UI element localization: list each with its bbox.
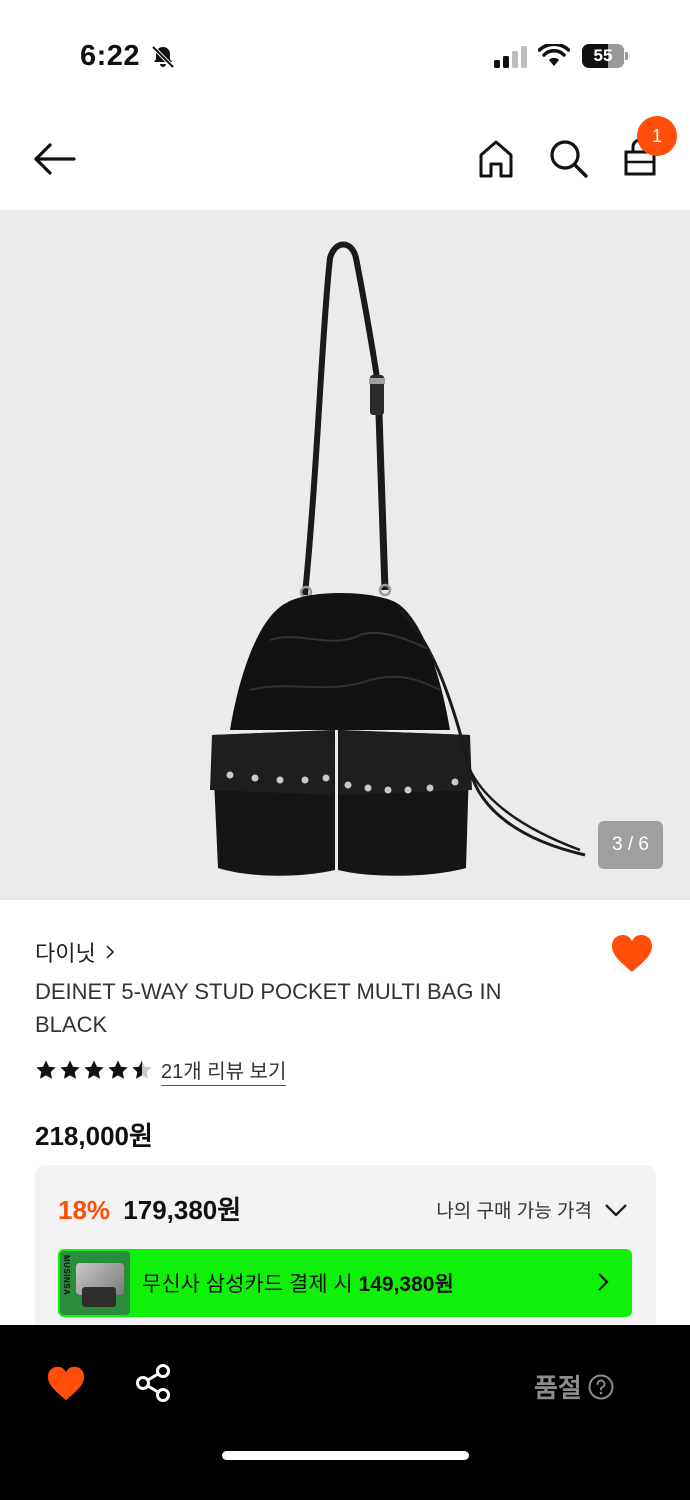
cellular-signal-icon	[494, 46, 527, 68]
cart-count-badge[interactable]: 1	[637, 116, 677, 156]
card-promo-amount: 149,380원	[358, 1273, 454, 1296]
heart-icon[interactable]	[610, 933, 654, 975]
battery-tip	[625, 52, 628, 60]
image-counter: 3 / 6	[598, 821, 663, 869]
brand-link[interactable]: 다이닛	[35, 936, 116, 968]
status-bar: 6:22 55	[0, 0, 690, 110]
brand-name: 다이닛	[35, 941, 96, 966]
home-indicator	[222, 1451, 469, 1460]
card-promo-text: 무신사 삼성카드 결제 시 149,380원	[142, 1268, 454, 1298]
search-icon[interactable]	[546, 136, 590, 180]
my-price-toggle[interactable]: 나의 구매 가능 가격	[436, 1196, 628, 1223]
star-full-icon	[108, 1060, 128, 1079]
chevron-right-icon	[598, 1273, 609, 1291]
discount-row: 18% 179,380원	[58, 1190, 241, 1227]
discount-rate: 18%	[58, 1195, 111, 1225]
battery-indicator: 55	[582, 44, 628, 68]
credit-card-image-back	[82, 1287, 116, 1307]
wifi-icon	[538, 44, 570, 66]
home-icon[interactable]	[476, 138, 516, 180]
chevron-right-icon	[106, 945, 115, 959]
top-navigation	[0, 110, 690, 210]
product-photo	[210, 241, 586, 876]
bottom-action-bar: 품절	[0, 1325, 690, 1500]
share-icon[interactable]	[134, 1363, 174, 1403]
card-promo-prefix: 무신사 삼성카드 결제 시	[142, 1273, 359, 1296]
battery-body: 55	[582, 44, 624, 68]
star-half-icon	[132, 1060, 152, 1079]
price-box: 18% 179,380원 나의 구매 가능 가격 MUSINSA 무신사 삼성카…	[35, 1165, 656, 1335]
original-price: 218,000원	[35, 1121, 153, 1151]
star-full-icon	[60, 1060, 80, 1079]
question-circle-icon[interactable]	[588, 1374, 614, 1400]
card-thumb-brand: MUSINSA	[62, 1255, 71, 1296]
discount-price: 179,380원	[123, 1195, 242, 1225]
soldout-status[interactable]: 품절	[534, 1368, 614, 1405]
star-full-icon	[84, 1060, 104, 1079]
rating-row: 21개 리뷰 보기	[35, 1055, 287, 1086]
star-full-icon	[36, 1060, 56, 1079]
bell-off-icon	[151, 45, 175, 69]
card-thumbnail: MUSINSA	[60, 1251, 130, 1315]
review-link[interactable]: 21개 리뷰 보기	[161, 1055, 287, 1086]
product-title: DEINET 5-WAY STUD POCKET MULTI BAG IN BL…	[35, 979, 502, 1037]
status-time: 6:22	[80, 40, 141, 72]
card-promo-banner[interactable]: MUSINSA 무신사 삼성카드 결제 시 149,380원	[58, 1249, 632, 1317]
battery-level: 55	[593, 46, 613, 65]
my-price-label: 나의 구매 가능 가격	[436, 1201, 592, 1222]
heart-icon[interactable]	[46, 1365, 86, 1403]
chevron-down-icon	[605, 1203, 627, 1216]
soldout-label: 품절	[534, 1373, 582, 1403]
product-image-gallery[interactable]: 3 / 6	[0, 210, 690, 900]
star-rating	[35, 1059, 153, 1081]
arrow-left-icon[interactable]	[30, 138, 78, 180]
